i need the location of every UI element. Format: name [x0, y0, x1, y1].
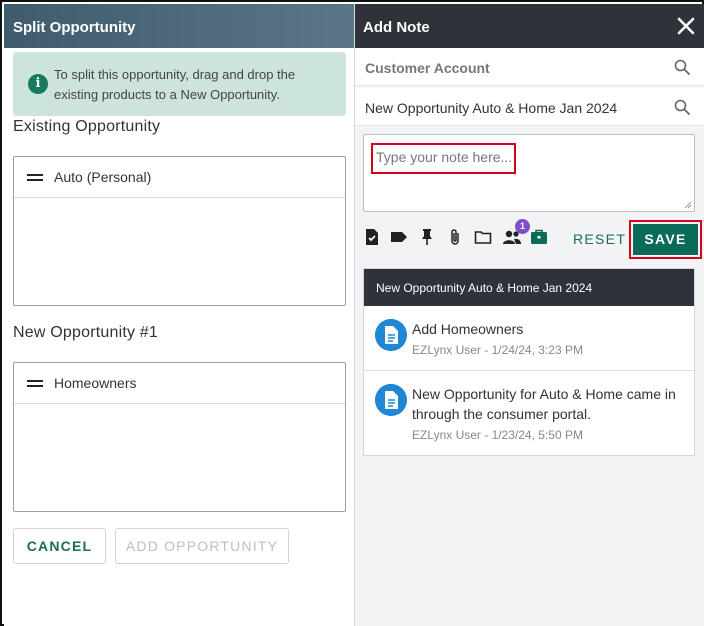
- product-label: Auto (Personal): [54, 169, 152, 185]
- cancel-button[interactable]: CANCEL: [13, 528, 106, 564]
- folder-icon[interactable]: [474, 228, 492, 246]
- search-icon[interactable]: [674, 99, 690, 115]
- product-item[interactable]: Homeowners: [14, 363, 345, 404]
- resize-handle-icon[interactable]: [684, 201, 692, 209]
- note-item[interactable]: New Opportunity for Auto & Home came in …: [364, 371, 694, 456]
- existing-opportunity-label: Existing Opportunity: [13, 118, 161, 135]
- briefcase-icon[interactable]: [530, 228, 548, 246]
- people-count-badge: 1: [515, 219, 530, 234]
- new-opportunity-label: New Opportunity #1: [13, 324, 159, 341]
- info-icon: i: [28, 74, 48, 94]
- product-item[interactable]: Auto (Personal): [14, 157, 345, 198]
- existing-opportunity-dropzone[interactable]: Auto (Personal): [13, 156, 346, 306]
- save-highlight: SAVE: [629, 220, 702, 259]
- info-banner: i To split this opportunity, drag and dr…: [13, 52, 346, 116]
- note-meta: EZLynx User - 1/23/24, 5:50 PM: [412, 428, 583, 442]
- note-item[interactable]: Add Homeowners EZLynx User - 1/24/24, 3:…: [364, 306, 694, 371]
- note-textarea[interactable]: Type your note here...: [363, 134, 695, 212]
- task-icon[interactable]: [363, 228, 381, 246]
- customer-account-label: Customer Account: [365, 60, 490, 76]
- note-title: New Opportunity for Auto & Home came in …: [412, 386, 676, 422]
- document-icon: [375, 319, 407, 351]
- opportunity-value: New Opportunity Auto & Home Jan 2024: [365, 100, 618, 116]
- drag-handle-icon[interactable]: [27, 380, 43, 387]
- notes-list-header: New Opportunity Auto & Home Jan 2024: [364, 269, 694, 306]
- attachment-icon[interactable]: [446, 228, 464, 246]
- split-opportunity-panel: Split Opportunity i To split this opport…: [4, 4, 354, 626]
- customer-account-field[interactable]: Customer Account: [355, 48, 704, 86]
- drag-handle-icon[interactable]: [27, 174, 43, 181]
- new-opportunity-dropzone[interactable]: Homeowners: [13, 362, 346, 512]
- close-icon[interactable]: [677, 17, 695, 35]
- search-icon[interactable]: [674, 59, 690, 75]
- opportunity-field[interactable]: New Opportunity Auto & Home Jan 2024: [355, 88, 704, 126]
- tag-icon[interactable]: [390, 228, 408, 246]
- split-opportunity-title: Split Opportunity: [4, 4, 354, 48]
- add-note-header: Add Note: [355, 4, 704, 48]
- note-meta: EZLynx User - 1/24/24, 3:23 PM: [412, 343, 583, 357]
- document-icon: [375, 384, 407, 416]
- pin-icon[interactable]: [418, 228, 436, 246]
- add-note-title: Add Note: [363, 19, 430, 36]
- product-label: Homeowners: [54, 375, 137, 391]
- reset-button[interactable]: RESET: [573, 231, 626, 247]
- note-title: Add Homeowners: [412, 321, 524, 337]
- save-button[interactable]: SAVE: [633, 224, 698, 255]
- note-toolbar: 1 RESET SAVE: [355, 218, 704, 262]
- info-text: To split this opportunity, drag and drop…: [54, 67, 296, 102]
- window-frame: Split Opportunity i To split this opport…: [0, 0, 704, 626]
- add-opportunity-button[interactable]: ADD OPPORTUNITY: [115, 528, 289, 564]
- note-placeholder: Type your note here...: [371, 143, 516, 174]
- notes-list: New Opportunity Auto & Home Jan 2024 Add…: [363, 268, 695, 456]
- add-note-panel: Add Note Customer Account New Opportunit…: [354, 4, 704, 626]
